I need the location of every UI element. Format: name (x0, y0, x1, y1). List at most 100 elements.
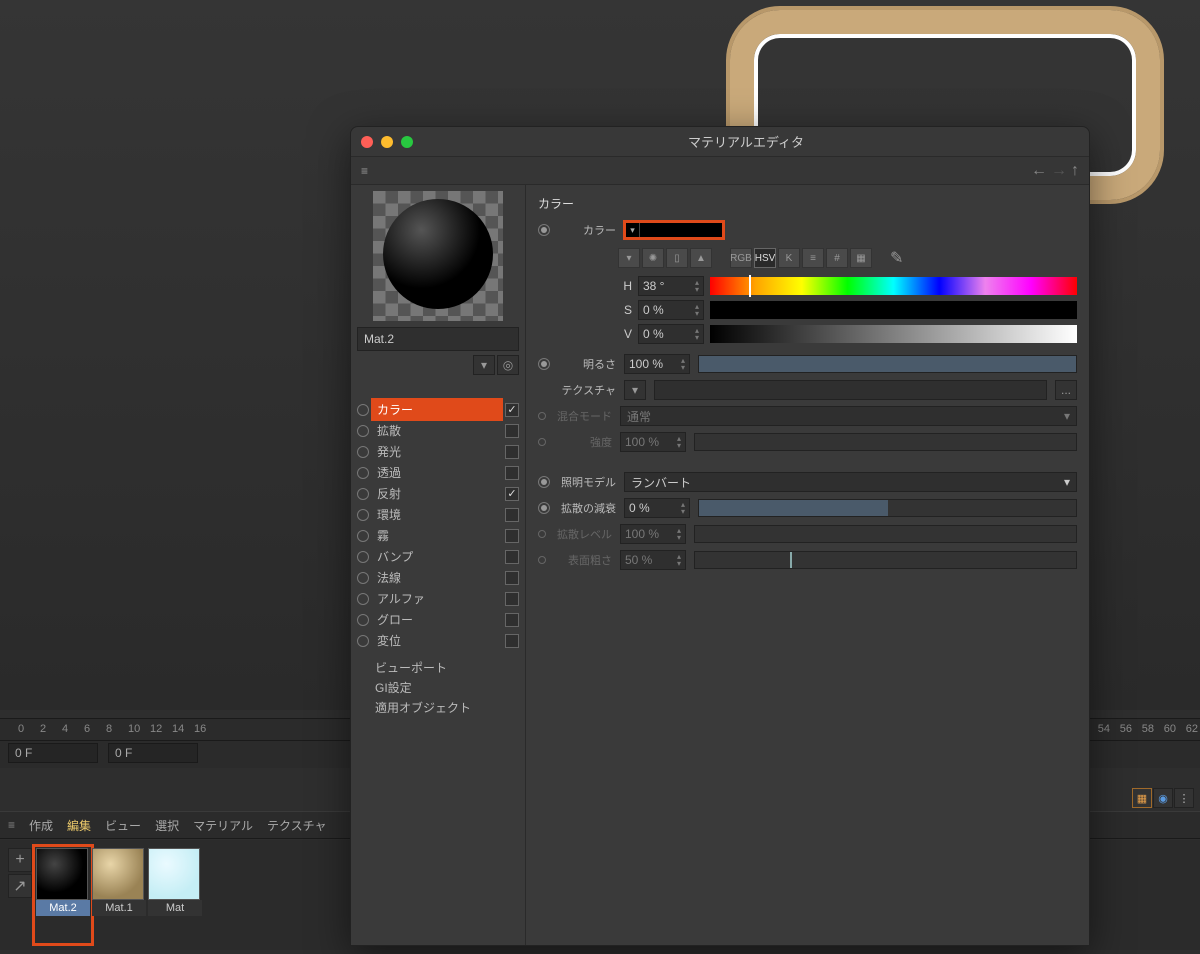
extra-item-2[interactable]: 適用オブジェクト (375, 699, 519, 719)
channel-row-3[interactable]: 透過 (357, 462, 519, 483)
channel-radio[interactable] (357, 467, 369, 479)
chevron-down-icon[interactable]: ▾ (473, 355, 495, 375)
channel-checkbox[interactable] (505, 592, 519, 606)
channel-checkbox[interactable] (505, 571, 519, 585)
channel-checkbox[interactable] (505, 508, 519, 522)
maximize-icon[interactable] (401, 136, 413, 148)
material-thumb-1[interactable]: Mat.1 (92, 848, 146, 942)
menu-edit[interactable]: 編集 (67, 817, 91, 834)
brightness-field[interactable]: 100 %▴▾ (624, 354, 690, 374)
hamburger-icon[interactable]: ≡ (361, 164, 368, 178)
channel-row-1[interactable]: 拡散 (357, 420, 519, 441)
channel-radio[interactable] (357, 404, 369, 416)
extra-item-0[interactable]: ビューポート (375, 659, 519, 679)
hex-icon[interactable]: # (826, 248, 848, 268)
color-radio[interactable] (538, 224, 550, 236)
channel-radio[interactable] (357, 509, 369, 521)
hsv-mode-button[interactable]: HSV (754, 248, 776, 268)
falloff-field[interactable]: 0 %▴▾ (624, 498, 690, 518)
material-thumb-0[interactable]: Mat.2 (36, 848, 90, 942)
saturation-slider[interactable] (710, 301, 1077, 319)
channel-radio[interactable] (357, 488, 369, 500)
falloff-radio[interactable] (538, 502, 550, 514)
channel-checkbox[interactable] (505, 487, 519, 501)
intensity-slider[interactable] (694, 433, 1077, 451)
channel-checkbox[interactable] (505, 403, 519, 417)
mixer-icon[interactable]: ≡ (802, 248, 824, 268)
menu-select[interactable]: 選択 (155, 817, 179, 834)
channel-row-9[interactable]: アルファ (357, 588, 519, 609)
channel-row-8[interactable]: 法線 (357, 567, 519, 588)
channel-checkbox[interactable] (505, 445, 519, 459)
channel-checkbox[interactable] (505, 424, 519, 438)
channel-checkbox[interactable] (505, 550, 519, 564)
hamburger-icon[interactable]: ≡ (8, 818, 15, 832)
play-icon[interactable]: ◉ (1153, 788, 1173, 808)
channel-row-5[interactable]: 環境 (357, 504, 519, 525)
channel-radio[interactable] (357, 446, 369, 458)
extra-item-1[interactable]: GI設定 (375, 679, 519, 699)
value-slider[interactable] (710, 325, 1077, 343)
menu-texture[interactable]: テクスチャ (267, 817, 327, 834)
channel-radio[interactable] (357, 635, 369, 647)
channel-checkbox[interactable] (505, 634, 519, 648)
texture-field[interactable] (654, 380, 1047, 400)
channel-radio[interactable] (357, 593, 369, 605)
collapse-icon[interactable]: ▾ (618, 248, 640, 268)
channel-row-6[interactable]: 霧 (357, 525, 519, 546)
menu-view[interactable]: ビュー (105, 817, 141, 834)
channel-radio[interactable] (357, 551, 369, 563)
channel-radio[interactable] (357, 572, 369, 584)
hue-slider[interactable] (710, 277, 1077, 295)
add-material-button[interactable]: + (8, 848, 32, 872)
intensity-field[interactable]: 100 %▴▾ (620, 432, 686, 452)
color-wheel-icon[interactable]: ✺ (642, 248, 664, 268)
v-field[interactable]: 0 %▴▾ (638, 324, 704, 344)
nav-up-icon[interactable]: ↑ (1071, 162, 1079, 180)
editor-titlebar[interactable]: マテリアルエディタ (351, 127, 1089, 157)
lighting-dropdown[interactable]: ランバート▾ (624, 472, 1077, 492)
menu-icon[interactable]: ⋮ (1174, 788, 1194, 808)
channel-checkbox[interactable] (505, 613, 519, 627)
diffuse-level-field[interactable]: 100 %▴▾ (620, 524, 686, 544)
brightness-slider[interactable] (698, 355, 1077, 373)
channel-checkbox[interactable] (505, 466, 519, 480)
roughness-field[interactable]: 50 %▴▾ (620, 550, 686, 570)
target-icon[interactable]: ◎ (497, 355, 519, 375)
nav-forward-icon[interactable]: → (1051, 162, 1067, 180)
h-field[interactable]: 38 °▴▾ (638, 276, 704, 296)
menu-create[interactable]: 作成 (29, 817, 53, 834)
channel-row-0[interactable]: カラー (357, 399, 519, 420)
falloff-slider[interactable] (698, 499, 1077, 517)
rgb-mode-button[interactable]: RGB (730, 248, 752, 268)
menu-material[interactable]: マテリアル (193, 817, 253, 834)
channel-checkbox[interactable] (505, 529, 519, 543)
frame-start-field[interactable]: 0 F (8, 743, 98, 763)
roughness-slider[interactable] (694, 551, 1077, 569)
texture-browse-button[interactable]: ... (1055, 380, 1077, 400)
s-field[interactable]: 0 %▴▾ (638, 300, 704, 320)
swatches-icon[interactable]: ▦ (850, 248, 872, 268)
grid-icon[interactable]: ▦ (1132, 788, 1152, 808)
channel-radio[interactable] (357, 530, 369, 542)
brightness-radio[interactable] (538, 358, 550, 370)
nav-back-icon[interactable]: ← (1031, 162, 1047, 180)
frame-current-field[interactable]: 0 F (108, 743, 198, 763)
material-thumb-2[interactable]: Mat (148, 848, 202, 942)
material-name-field[interactable]: Mat.2 (357, 327, 519, 351)
lighting-radio[interactable] (538, 476, 550, 488)
channel-row-2[interactable]: 発光 (357, 441, 519, 462)
minimize-icon[interactable] (381, 136, 393, 148)
expand-button[interactable]: ↗ (8, 874, 32, 898)
material-preview[interactable] (373, 191, 503, 321)
gradient-icon[interactable]: ▯ (666, 248, 688, 268)
kelvin-mode-button[interactable]: K (778, 248, 800, 268)
channel-row-10[interactable]: グロー (357, 609, 519, 630)
close-icon[interactable] (361, 136, 373, 148)
channel-row-7[interactable]: バンプ (357, 546, 519, 567)
picture-icon[interactable]: ▲ (690, 248, 712, 268)
channel-radio[interactable] (357, 425, 369, 437)
chevron-down-icon[interactable]: ▾ (626, 223, 640, 237)
channel-row-4[interactable]: 反射 (357, 483, 519, 504)
color-swatch[interactable]: ▾ (624, 221, 724, 239)
